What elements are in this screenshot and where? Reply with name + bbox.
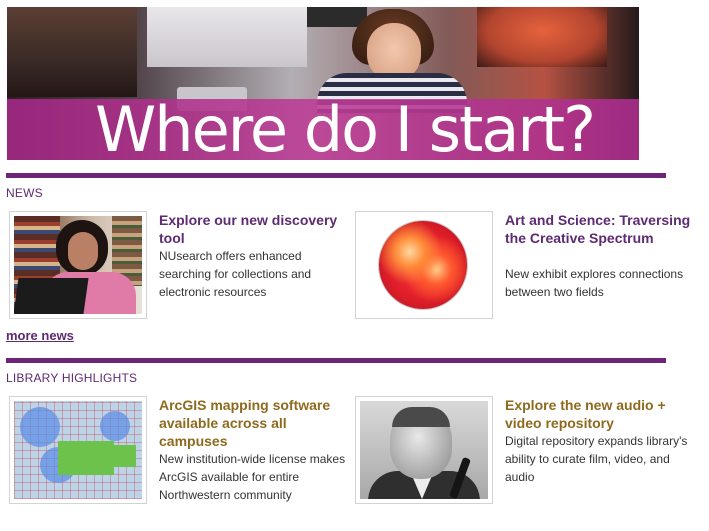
highlight-item-title[interactable]: ArcGIS mapping software available across… <box>159 396 349 450</box>
highlight-item-description: New institution-wide license makes ArcGI… <box>159 452 346 502</box>
hero-banner[interactable]: Where do I start? <box>7 7 639 160</box>
highlight-item-description: Digital repository expands library's abi… <box>505 434 688 484</box>
more-news-link[interactable]: more news <box>6 328 74 343</box>
news-item-description: New exhibit explores connections between… <box>505 267 684 299</box>
art-disc-image <box>360 216 488 314</box>
news-item-description: NUsearch offers enhanced searching for c… <box>159 249 312 299</box>
highlight-card-arcgis: ArcGIS mapping software available across… <box>9 396 345 506</box>
news-item-title[interactable]: Art and Science: Traversing the Creative… <box>505 211 695 247</box>
art-thumbnail[interactable] <box>355 211 493 319</box>
news-card-discovery: Explore our new discovery tool NUsearch … <box>9 211 339 321</box>
highlight-item-title[interactable]: Explore the new audio + video repository <box>505 396 695 432</box>
map-thumbnail[interactable] <box>9 396 147 504</box>
discovery-image <box>14 216 142 314</box>
news-card-art-science: Art and Science: Traversing the Creative… <box>355 211 690 321</box>
discovery-thumbnail[interactable] <box>9 211 147 319</box>
hero-title: Where do I start? <box>95 93 596 161</box>
news-section-label: NEWS <box>6 186 43 200</box>
hero-background-shelf <box>7 7 137 97</box>
portrait-image <box>360 401 488 499</box>
portrait-thumbnail[interactable] <box>355 396 493 504</box>
highlights-divider <box>6 358 666 363</box>
highlights-section-label: LIBRARY HIGHLIGHTS <box>6 371 138 385</box>
news-item-title[interactable]: Explore our new discovery tool <box>159 211 349 247</box>
hero-background-person <box>477 7 607 67</box>
map-image <box>14 401 142 499</box>
highlight-card-audio-video: Explore the new audio + video repository… <box>355 396 687 506</box>
news-divider <box>6 173 666 178</box>
hero-background-window <box>147 7 307 67</box>
